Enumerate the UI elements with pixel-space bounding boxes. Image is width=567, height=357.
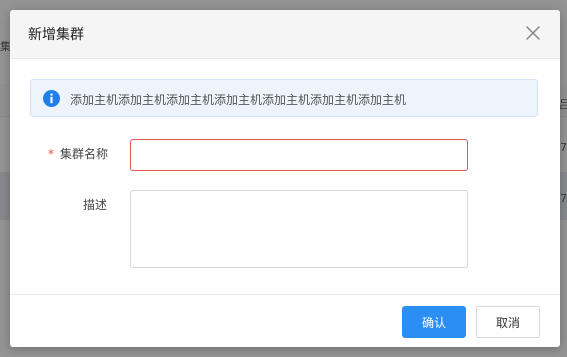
- description-label: 描述: [83, 198, 108, 212]
- add-cluster-dialog: 新增集群 添加主机添加主机添加主机添加主机添加主机添加主机添加主机 * 集群名称 …: [10, 10, 560, 347]
- confirm-button[interactable]: 确认: [402, 306, 466, 338]
- required-asterisk: *: [48, 147, 54, 161]
- dialog-title: 新增集群: [28, 27, 84, 43]
- info-icon: [43, 90, 60, 107]
- cluster-name-label: * 集群名称: [48, 145, 108, 162]
- dialog-header: 新增集群: [10, 10, 560, 59]
- description-textarea[interactable]: [130, 190, 468, 268]
- cancel-button[interactable]: 取消: [476, 306, 540, 338]
- info-alert: 添加主机添加主机添加主机添加主机添加主机添加主机添加主机: [30, 79, 538, 117]
- alert-message: 添加主机添加主机添加主机添加主机添加主机添加主机添加主机: [70, 93, 407, 107]
- cluster-name-label-text: 集群名称: [60, 147, 109, 161]
- dialog-footer: 确认 取消: [10, 294, 560, 347]
- cluster-name-input[interactable]: [130, 139, 468, 171]
- close-icon[interactable]: [524, 24, 542, 42]
